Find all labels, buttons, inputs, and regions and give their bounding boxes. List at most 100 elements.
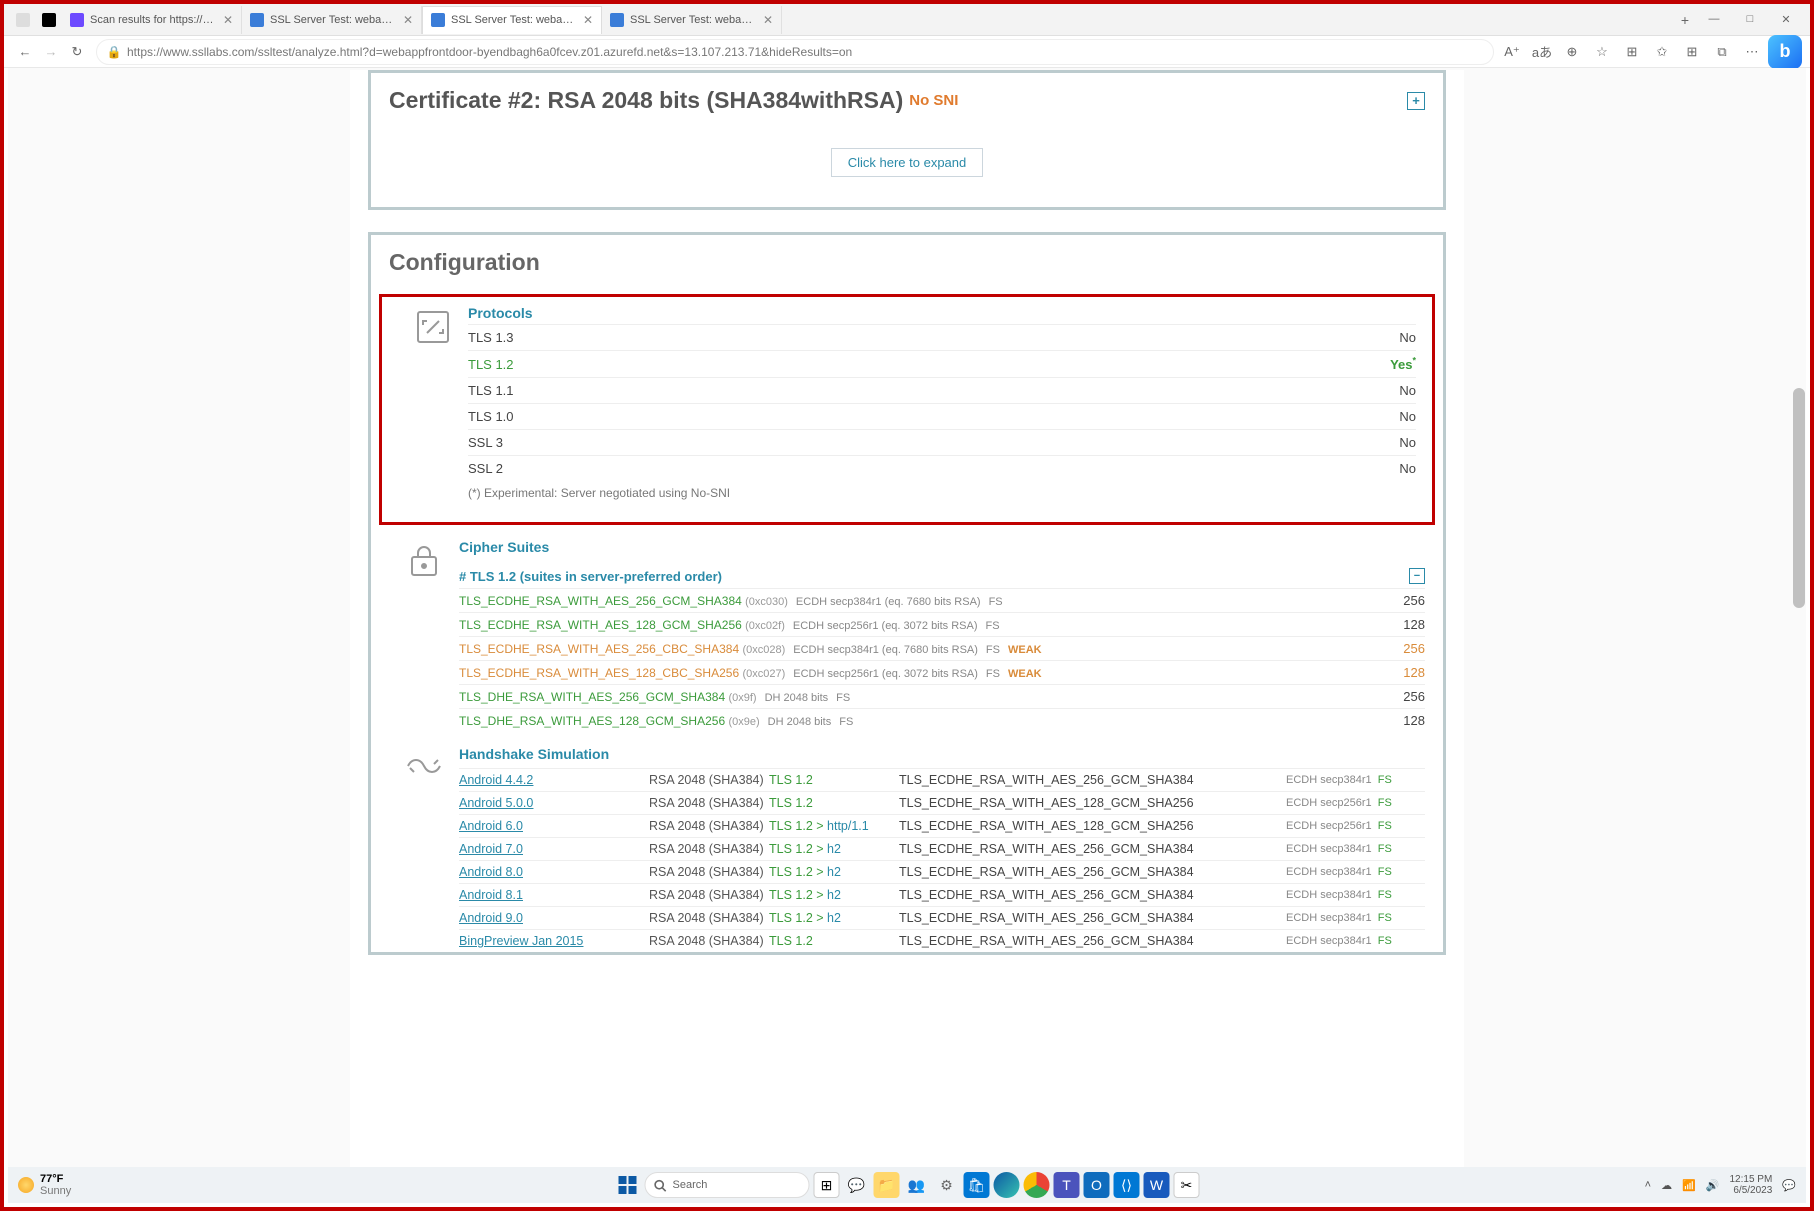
cipher-row: TLS_ECDHE_RSA_WITH_AES_128_CBC_SHA256 (0… [459,661,1425,685]
workspaces-icon[interactable] [42,13,56,27]
taskview-icon[interactable]: ⊞ [814,1172,840,1198]
bing-sidebar-button[interactable]: b [1768,35,1802,69]
refresh-button[interactable]: ↻ [64,39,90,65]
snip-icon[interactable]: ✂ [1174,1172,1200,1198]
outlook-icon[interactable]: O [1084,1172,1110,1198]
tab-close-icon[interactable]: ✕ [583,13,593,27]
favorite-icon[interactable]: ☆ [1590,40,1614,64]
configuration-title: Configuration [389,249,1425,276]
maximize-button[interactable]: □ [1732,13,1768,26]
taskbar-search[interactable]: Search [645,1172,810,1198]
handshake-section: Handshake Simulation Android 4.4.2RSA 20… [371,732,1443,952]
expand-cert-icon[interactable]: + [1407,92,1425,110]
collapse-cipher-icon[interactable]: − [1409,568,1425,584]
windows-taskbar: 77°F Sunny Search ⊞ 💬 📁 👥 ⚙ 🛍 T O ⟨⟩ W ✂… [8,1167,1806,1203]
weather-icon [18,1177,34,1193]
lock-icon [404,541,444,581]
address-bar: ← → ↻ 🔒 https://www.ssllabs.com/ssltest/… [4,36,1810,68]
no-sni-badge: No SNI [909,92,958,109]
extension-icon-1[interactable]: ⊞ [1620,40,1644,64]
protocol-row: TLS 1.0No [468,404,1416,430]
tabs-row: Scan results for https://webappf...✕SSL … [62,6,1674,34]
handshake-row: Android 9.0RSA 2048 (SHA384)TLS 1.2 > h2… [459,907,1425,930]
close-window-button[interactable]: ✕ [1768,13,1804,26]
configuration-box: Configuration Protocols TLS 1.3NoTLS 1.2… [368,232,1446,955]
edge-icon[interactable] [994,1172,1020,1198]
protocol-row: SSL 3No [468,430,1416,456]
client-link[interactable]: Android 5.0.0 [459,796,533,810]
url-field[interactable]: 🔒 https://www.ssllabs.com/ssltest/analyz… [96,39,1494,65]
teams2-icon[interactable]: T [1054,1172,1080,1198]
handshake-row: Android 8.0RSA 2048 (SHA384)TLS 1.2 > h2… [459,861,1425,884]
browser-tab-2[interactable]: SSL Server Test: webappfrontdo...✕ [422,6,602,34]
handshake-row: Android 7.0RSA 2048 (SHA384)TLS 1.2 > h2… [459,838,1425,861]
taskbar-search-label: Search [673,1179,708,1191]
notifications-icon[interactable]: 💬 [1782,1179,1796,1192]
protocols-note: (*) Experimental: Server negotiated usin… [468,481,1416,500]
browser-tab-3[interactable]: SSL Server Test: webappfrontdo...✕ [602,6,782,34]
tab-close-icon[interactable]: ✕ [403,13,413,27]
new-tab-button[interactable]: + [1674,12,1696,28]
explorer-icon[interactable]: 📁 [874,1172,900,1198]
tray-volume-icon[interactable]: 🔊 [1706,1179,1720,1192]
weather-cond: Sunny [40,1185,71,1197]
client-link[interactable]: Android 6.0 [459,819,523,833]
browser-tab-0[interactable]: Scan results for https://webappf...✕ [62,6,242,34]
client-link[interactable]: Android 8.0 [459,865,523,879]
favorites-bar-icon[interactable]: ✩ [1650,40,1674,64]
zoom-icon[interactable]: ⊕ [1560,40,1584,64]
protocols-icon [413,307,453,347]
chat-icon[interactable]: 💬 [844,1172,870,1198]
translate-icon[interactable]: aあ [1530,40,1554,64]
weather-widget[interactable]: 77°F Sunny [18,1173,71,1197]
store-icon[interactable]: 🛍 [964,1172,990,1198]
back-button[interactable]: ← [12,39,38,65]
client-link[interactable]: BingPreview Jan 2015 [459,934,583,948]
handshake-row: Android 5.0.0RSA 2048 (SHA384)TLS 1.2TLS… [459,792,1425,815]
taskbar-center: Search ⊞ 💬 📁 👥 ⚙ 🛍 T O ⟨⟩ W ✂ [615,1172,1200,1198]
word-icon[interactable]: W [1144,1172,1170,1198]
settings-icon[interactable]: ⚙ [934,1172,960,1198]
browser-tabbar: Scan results for https://webappf...✕SSL … [4,4,1810,36]
protocol-row: TLS 1.3No [468,325,1416,351]
tab-close-icon[interactable]: ✕ [763,13,773,27]
chrome-icon[interactable] [1024,1172,1050,1198]
extensions-icon[interactable]: ⧉ [1710,40,1734,64]
client-link[interactable]: Android 7.0 [459,842,523,856]
start-button[interactable] [615,1172,641,1198]
teams-icon[interactable]: 👥 [904,1172,930,1198]
cipher-row: TLS_DHE_RSA_WITH_AES_128_GCM_SHA256 (0x9… [459,709,1425,733]
more-icon[interactable]: ⋯ [1740,40,1764,64]
tab-close-icon[interactable]: ✕ [223,13,233,27]
forward-button[interactable]: → [38,39,64,65]
cipher-row: TLS_ECDHE_RSA_WITH_AES_128_GCM_SHA256 (0… [459,613,1425,637]
tray-wifi-icon[interactable]: 📶 [1682,1179,1696,1192]
client-link[interactable]: Android 8.1 [459,888,523,902]
handshake-icon [402,748,446,784]
handshake-row: Android 6.0RSA 2048 (SHA384)TLS 1.2 > ht… [459,815,1425,838]
handshake-table: Android 4.4.2RSA 2048 (SHA384)TLS 1.2TLS… [459,768,1425,952]
collections-icon[interactable]: ⊞ [1680,40,1704,64]
protocols-table: TLS 1.3NoTLS 1.2Yes*TLS 1.1NoTLS 1.0NoSS… [468,324,1416,481]
certificate-title: Certificate #2: RSA 2048 bits (SHA384wit… [389,87,903,114]
protocol-row: TLS 1.2Yes* [468,351,1416,378]
system-tray[interactable]: ˄ ☁ 📶 🔊 12:15 PM 6/5/2023 💬 [1645,1174,1796,1196]
vscode-icon[interactable]: ⟨⟩ [1114,1172,1140,1198]
handshake-row: Android 4.4.2RSA 2048 (SHA384)TLS 1.2TLS… [459,769,1425,792]
tray-chevron-icon[interactable]: ˄ [1645,1179,1651,1191]
client-link[interactable]: Android 4.4.2 [459,773,533,787]
ssllabs-page: Certificate #2: RSA 2048 bits (SHA384wit… [350,70,1464,1167]
minimize-button[interactable]: — [1696,13,1732,26]
client-link[interactable]: Android 9.0 [459,911,523,925]
browser-tab-1[interactable]: SSL Server Test: webappfrontdo...✕ [242,6,422,34]
cipher-suites-title: Cipher Suites [459,539,1425,558]
tray-onedrive-icon[interactable]: ☁ [1661,1179,1672,1192]
expand-cert-button[interactable]: Click here to expand [831,148,984,177]
profile-icon[interactable] [16,13,30,27]
handshake-title: Handshake Simulation [459,746,1425,768]
cipher-table: TLS_ECDHE_RSA_WITH_AES_256_GCM_SHA384 (0… [459,588,1425,732]
protocols-highlight: Protocols TLS 1.3NoTLS 1.2Yes*TLS 1.1NoT… [379,294,1435,525]
read-aloud-icon[interactable]: A⁺ [1500,40,1524,64]
taskbar-clock[interactable]: 12:15 PM 6/5/2023 [1729,1174,1772,1196]
scrollbar-thumb[interactable] [1793,388,1805,608]
